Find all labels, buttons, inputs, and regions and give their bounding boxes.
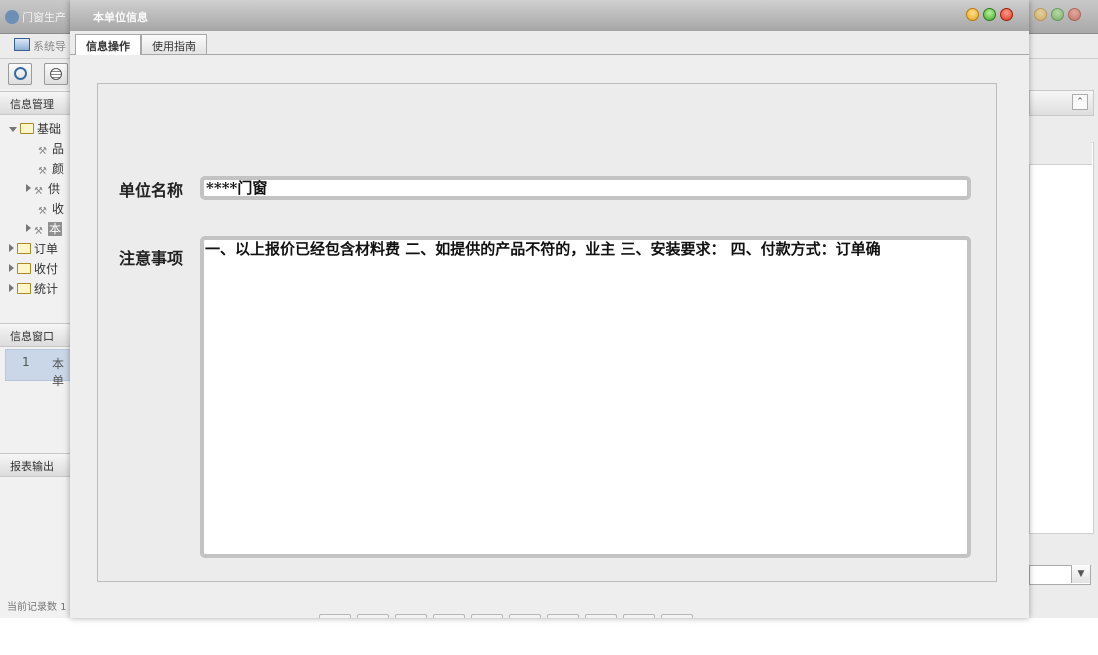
folder-icon	[17, 243, 31, 254]
app-maximize-button[interactable]	[1051, 8, 1064, 21]
unit-info-dialog: 本单位信息 信息操作 使用指南 单位名称 ****门窗 注意事项 一、以上报价已…	[70, 0, 1029, 618]
footer-button[interactable]	[623, 614, 655, 618]
footer-button[interactable]	[585, 614, 617, 618]
tool-icon: ⚒	[38, 166, 47, 177]
search-icon	[14, 67, 27, 80]
report-output-header: 报表输出	[0, 453, 72, 477]
app-title: 门窗生产	[22, 11, 66, 24]
footer-button[interactable]	[433, 614, 465, 618]
dialog-minimize-button[interactable]	[966, 8, 979, 21]
list-view-button[interactable]	[44, 63, 68, 85]
system-nav-label[interactable]: 系统导	[33, 38, 66, 54]
expand-icon[interactable]	[9, 284, 14, 292]
expand-icon[interactable]	[9, 244, 14, 252]
dialog-maximize-button[interactable]	[983, 8, 996, 21]
tree-item-receive[interactable]: ⚒ 收	[38, 200, 64, 217]
expand-icon[interactable]	[9, 127, 17, 132]
footer-button[interactable]	[357, 614, 389, 618]
notes-textarea[interactable]: 一、以上报价已经包含材料费 二、如提供的产品不符的，业主 三、安装要求： 四、付…	[200, 236, 971, 558]
collapse-up-icon[interactable]: ⌃	[1072, 94, 1088, 110]
expand-icon[interactable]	[26, 184, 31, 192]
info-window-header: 信息窗口	[0, 323, 72, 347]
app-logo-icon	[5, 10, 19, 24]
tree-item-color[interactable]: ⚒ 颜	[38, 160, 64, 177]
tool-icon: ⚒	[34, 226, 43, 237]
tool-icon: ⚒	[34, 186, 43, 197]
dialog-title: 本单位信息	[93, 11, 148, 24]
footer-button[interactable]	[509, 614, 541, 618]
app-window-controls	[1034, 8, 1081, 21]
tree-item-statistics[interactable]: 统计	[9, 280, 58, 297]
folder-icon	[17, 283, 31, 294]
tab-user-guide[interactable]: 使用指南	[141, 34, 207, 54]
tree-item-this-unit[interactable]: ⚒ 本	[26, 220, 63, 237]
dialog-tab-bar: 信息操作 使用指南	[70, 31, 1029, 55]
chevron-down-icon[interactable]: ▼	[1071, 565, 1090, 583]
tool-icon: ⚒	[38, 206, 47, 217]
info-management-header: 信息管理	[0, 91, 72, 115]
tool-icon: ⚒	[38, 146, 47, 157]
row-index: 1	[22, 355, 30, 369]
list-icon	[50, 68, 62, 80]
footer-button[interactable]	[395, 614, 427, 618]
dialog-window-controls	[966, 8, 1013, 21]
right-content-panel	[1029, 142, 1094, 534]
unit-name-input[interactable]: ****门窗	[200, 176, 971, 200]
dialog-close-button[interactable]	[1000, 8, 1013, 21]
dialog-titlebar[interactable]: 本单位信息	[70, 0, 1029, 32]
folder-icon	[20, 123, 34, 134]
record-count-status: 当前记录数 1	[7, 602, 67, 613]
footer-button[interactable]	[319, 614, 351, 618]
footer-button[interactable]	[547, 614, 579, 618]
tree-item-basic[interactable]: 基础	[9, 120, 61, 137]
expand-icon[interactable]	[9, 264, 14, 272]
app-close-button[interactable]	[1068, 8, 1081, 21]
search-button[interactable]	[8, 63, 32, 85]
unit-name-label: 单位名称	[119, 181, 184, 200]
tab-info-operations[interactable]: 信息操作	[75, 34, 141, 55]
app-minimize-button[interactable]	[1034, 8, 1047, 21]
system-nav-icon[interactable]	[14, 38, 30, 51]
dialog-footer-buttons	[319, 614, 693, 618]
folder-icon	[17, 263, 31, 274]
info-window-row[interactable]: 1 本单	[5, 349, 74, 388]
tree-item-product[interactable]: ⚒ 品	[38, 140, 64, 157]
sidebar: 信息管理 基础 ⚒ 品 ⚒ 颜 ⚒ 供 ⚒ 收 ⚒ 本 订单 收付 统计 信息窗口 1	[0, 89, 74, 618]
notes-label: 注意事项	[119, 249, 184, 268]
tree-item-supplier[interactable]: ⚒ 供	[26, 180, 60, 197]
right-content-header	[1029, 142, 1092, 165]
footer-button[interactable]	[471, 614, 503, 618]
footer-button[interactable]	[661, 614, 693, 618]
tree-item-orders[interactable]: 订单	[9, 240, 58, 257]
tree-item-payments[interactable]: 收付	[9, 260, 58, 277]
expand-icon[interactable]	[26, 224, 31, 232]
